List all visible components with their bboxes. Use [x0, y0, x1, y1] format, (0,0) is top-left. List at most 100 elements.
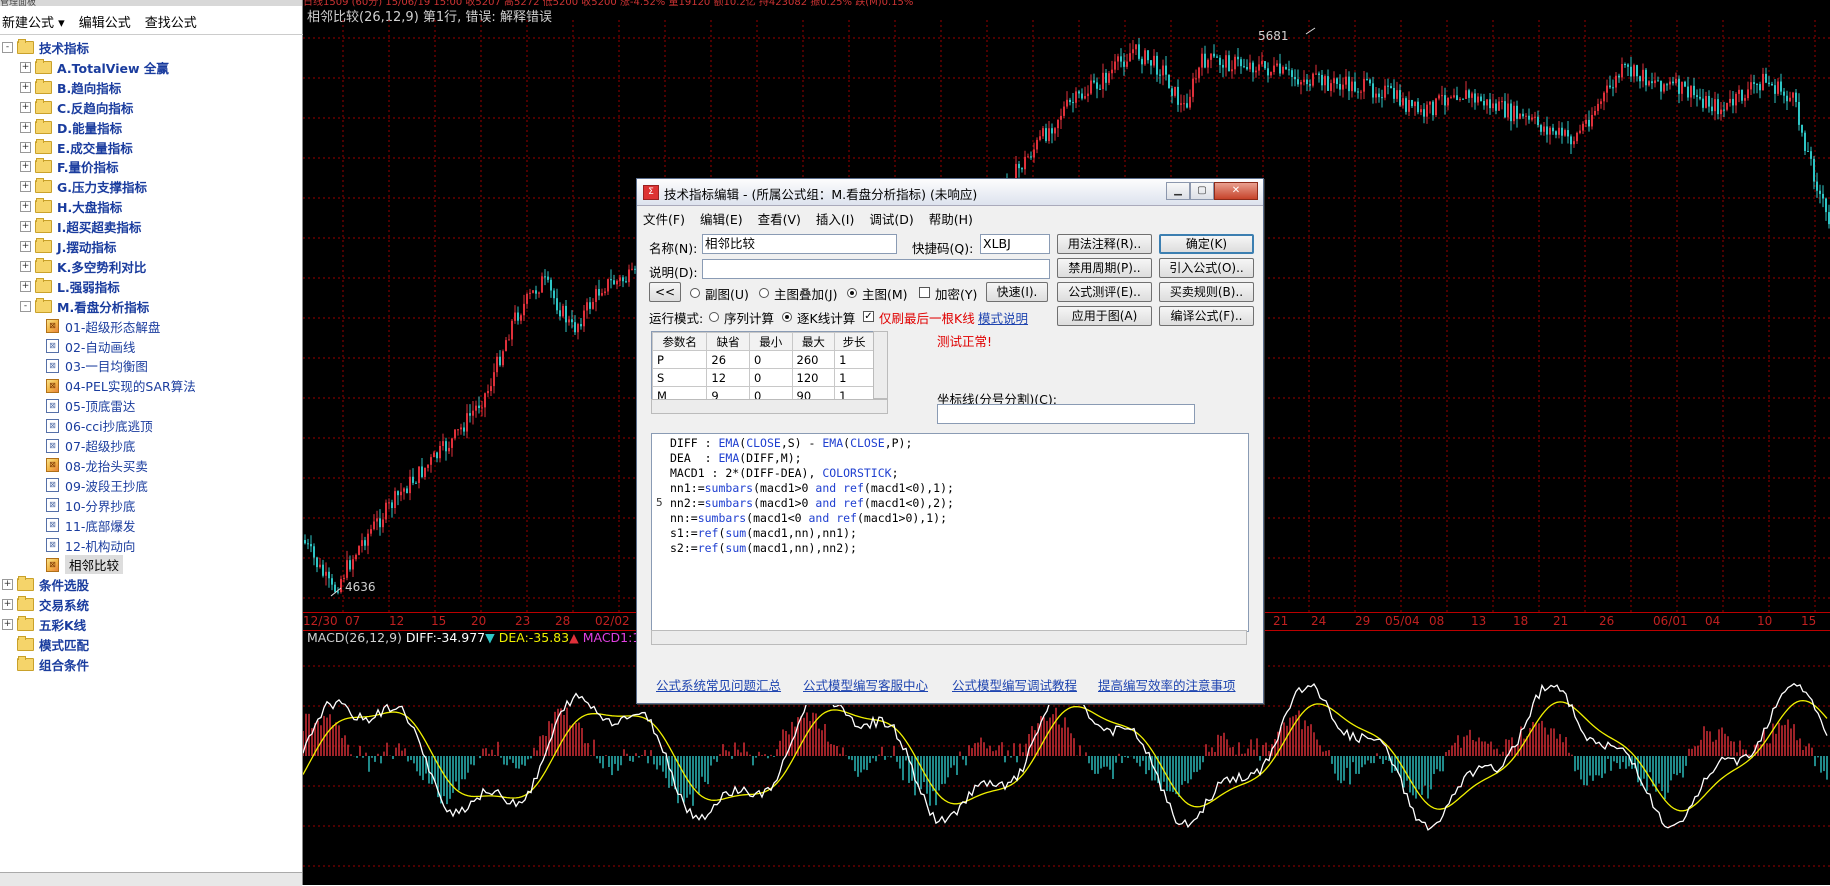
tree-folder[interactable]: + K.多空势利对比 [20, 257, 146, 276]
parameter-row[interactable]: S 12 0 120 1 [652, 368, 874, 387]
expand-toggle-icon[interactable]: + [20, 81, 31, 93]
parameter-cell[interactable]: 26 [706, 350, 750, 369]
menu-item[interactable]: 编辑(E) [700, 209, 743, 227]
collapse-toggle-icon[interactable]: - [20, 300, 31, 312]
radio-bar-by-bar-calc[interactable] [782, 312, 792, 322]
minimize-button[interactable]: ▁ [1166, 182, 1190, 200]
maximize-button[interactable]: ▢ [1190, 182, 1214, 200]
code-line[interactable]: nn2:=sumbars(macd1>0 and ref(macd1<0),2)… [670, 496, 954, 511]
help-link[interactable]: 公式系统常见问题汇总 [656, 675, 781, 694]
formula-code-editor[interactable]: 5 DIFF : EMA(CLOSE,S) - EMA(CLOSE,P); DEA… [651, 433, 1249, 632]
help-link[interactable]: 提高编写效率的注意事项 [1098, 675, 1236, 694]
parameter-cell[interactable]: 12 [706, 368, 750, 387]
new-formula-menu[interactable]: 新建公式 ▾ [2, 12, 65, 31]
tree-formula-item[interactable]: ⊠ 10-分界抄底 [46, 496, 135, 515]
parameter-column-header[interactable]: 最大 [791, 332, 836, 351]
code-line[interactable]: nn1:=sumbars(macd1>0 and ref(macd1<0),1)… [670, 481, 954, 496]
parameter-cell[interactable]: 120 [791, 368, 836, 387]
tree-folder[interactable]: + A.TotalView 全赢 [20, 58, 169, 77]
ok-button[interactable]: 确定(K) [1159, 234, 1254, 254]
import-formula-button[interactable]: 引入公式(O).. [1159, 258, 1254, 278]
tree-folder[interactable]: + G.压力支撑指标 [20, 177, 147, 196]
parameter-cell[interactable]: P [652, 350, 708, 369]
expand-toggle-icon[interactable]: + [20, 141, 31, 153]
parameter-cell[interactable]: 1 [834, 350, 874, 369]
tree-folder[interactable]: + H.大盘指标 [20, 197, 122, 216]
collapse-button[interactable]: << [649, 282, 681, 302]
tree-formula-item[interactable]: ⊠ 12-机构动向 [46, 536, 135, 555]
close-button[interactable]: ✕ [1214, 182, 1258, 200]
tree-formula-item[interactable]: ⊠ 07-超级抄底 [46, 436, 135, 455]
collapse-toggle-icon[interactable]: - [2, 42, 13, 53]
tree-folder[interactable]: 组合条件 [2, 655, 89, 674]
tree-folder[interactable]: + F.量价指标 [20, 157, 118, 176]
help-link[interactable]: 公式模型编写客服中心 [803, 675, 928, 694]
tree-folder[interactable]: + I.超买超卖指标 [20, 217, 141, 236]
dialog-titlebar[interactable]: Σ 技术指标编辑 - (所属公式组：M.看盘分析指标) (未响应) ▁ ▢ ✕ [637, 179, 1263, 206]
expand-toggle-icon[interactable]: + [20, 241, 31, 252]
expand-toggle-icon[interactable]: + [2, 599, 13, 611]
radio-sub-chart[interactable] [690, 288, 700, 298]
parameter-table-hscroll[interactable] [651, 399, 888, 414]
expand-toggle-icon[interactable]: + [20, 161, 31, 173]
find-formula-button[interactable]: 查找公式 [145, 12, 197, 31]
code-line[interactable]: MACD1 : 2*(DIFF-DEA), COLORSTICK; [670, 466, 954, 481]
tree-folder[interactable]: - 技术指标 [2, 38, 89, 57]
tree-formula-item[interactable]: ⊠ 04-PEL实现的SAR算法 [46, 376, 196, 395]
trade-rules-button[interactable]: 买卖规则(B).. [1159, 282, 1254, 302]
help-link[interactable]: 公式模型编写调试教程 [952, 675, 1077, 694]
tree-formula-item[interactable]: ⊠ 03-一目均衡图 [46, 356, 148, 375]
expand-toggle-icon[interactable]: + [20, 181, 31, 193]
tree-formula-item[interactable]: ⊠ 01-超级形态解盘 [46, 317, 160, 336]
code-hscroll[interactable] [651, 630, 1247, 645]
mode-help-link[interactable]: 模式说明 [978, 308, 1028, 327]
parameter-column-header[interactable]: 步长 [834, 332, 874, 351]
tree-formula-item[interactable]: ⊠ 06-cci抄底逃顶 [46, 416, 153, 435]
tree-folder[interactable]: + J.摆动指标 [20, 237, 116, 256]
parameter-table-vscroll[interactable] [873, 331, 888, 399]
coord-lines-input[interactable] [937, 404, 1195, 424]
code-line[interactable]: DIFF : EMA(CLOSE,S) - EMA(CLOSE,P); [670, 436, 954, 451]
expand-toggle-icon[interactable]: + [20, 280, 31, 292]
tree-folder[interactable]: + C.反趋向指标 [20, 98, 133, 117]
expand-toggle-icon[interactable]: + [20, 260, 31, 272]
tree-folder[interactable]: + 交易系统 [2, 595, 89, 614]
parameter-cell[interactable]: S [652, 368, 708, 387]
tree-folder[interactable]: - M.看盘分析指标 [20, 297, 149, 316]
tree-folder[interactable]: 模式匹配 [2, 635, 89, 654]
tree-folder[interactable]: + D.能量指标 [20, 118, 122, 137]
parameter-row[interactable]: P 26 0 260 1 [652, 350, 874, 369]
tree-folder[interactable]: + 条件选股 [2, 575, 89, 594]
parameter-table[interactable]: 参数名 缺省 最小 最大 步长 P 26 0 260 1 S 12 0 120 1 M 9 0 90 1 [651, 331, 875, 401]
code-line[interactable]: DEA : EMA(DIFF,M); [670, 451, 954, 466]
expand-toggle-icon[interactable]: + [2, 579, 13, 591]
expand-toggle-icon[interactable]: + [20, 121, 31, 133]
expand-toggle-icon[interactable]: + [20, 61, 31, 73]
parameter-column-header[interactable]: 参数名 [652, 332, 708, 351]
disable-period-button[interactable]: 禁用周期(P).. [1057, 258, 1152, 278]
name-input[interactable]: 相邻比较 [702, 234, 897, 254]
description-input[interactable] [702, 259, 1050, 279]
code-line[interactable]: s1:=ref(sum(macd1,nn),nn1); [670, 526, 954, 541]
tree-formula-item[interactable]: ⊠ 08-龙抬头买卖 [46, 456, 148, 475]
code-line[interactable]: nn:=sumbars(macd1<0 and ref(macd1>0),1); [670, 511, 954, 526]
parameter-cell[interactable]: 0 [748, 350, 793, 369]
tree-folder[interactable]: + L.强弱指标 [20, 277, 120, 296]
parameter-cell[interactable]: 1 [834, 368, 874, 387]
shortcut-input[interactable]: XLBJ [980, 234, 1050, 254]
tree-folder[interactable]: + 五彩K线 [2, 615, 86, 634]
expand-toggle-icon[interactable]: + [20, 101, 31, 113]
compile-formula-button[interactable]: 编译公式(F).. [1159, 306, 1254, 326]
last-bar-only-checkbox[interactable]: ✓ [863, 311, 874, 322]
radio-main-chart[interactable] [847, 288, 857, 298]
tree-formula-item[interactable]: ⊠ 11-底部爆发 [46, 516, 135, 535]
tree-formula-item[interactable]: ⊠ 02-自动画线 [46, 337, 135, 356]
edit-formula-button[interactable]: 编辑公式 [79, 12, 131, 31]
encrypt-checkbox[interactable] [919, 287, 930, 298]
tree-formula-item[interactable]: ⊠ 09-波段王抄底 [46, 476, 148, 495]
menu-item[interactable]: 文件(F) [643, 209, 685, 227]
expand-toggle-icon[interactable]: + [20, 201, 31, 213]
parameter-cell[interactable]: 0 [748, 368, 793, 387]
parameter-column-header[interactable]: 缺省 [706, 332, 750, 351]
radio-main-overlay[interactable] [759, 288, 769, 298]
